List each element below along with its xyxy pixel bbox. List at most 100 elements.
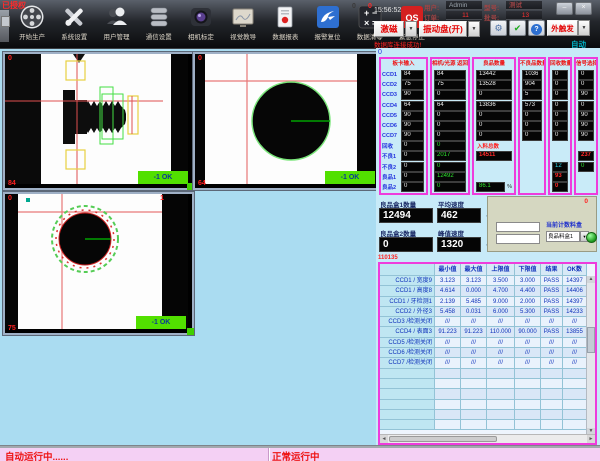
panel-value: 90	[578, 131, 594, 141]
toolbar-grip-handle[interactable]	[1, 16, 10, 27]
toolbar-button-tools[interactable]: 系统设置	[53, 2, 95, 47]
table-row[interactable]: CCD1 / 宽度93.1233.1233.5003.000PASS14397	[380, 276, 595, 286]
panel-row: CCD790	[381, 131, 426, 141]
camera2-result-badge: -1 OK	[325, 171, 375, 184]
panel-row: 0	[520, 121, 544, 131]
panel-row	[474, 172, 514, 182]
hopper-input-2[interactable]	[496, 234, 540, 244]
scroll-left-icon[interactable]: ◄	[380, 435, 388, 443]
table-cell	[541, 420, 563, 430]
panel-row: 5	[520, 90, 544, 100]
order-label: 订单:	[424, 12, 439, 22]
table-cell	[461, 410, 487, 420]
panel-column-header: 相机/光源 返回	[432, 59, 468, 70]
table-row[interactable]: CCD6 /检测关闭//////////////////	[380, 348, 595, 358]
toolbar-button-users[interactable]: 用户管理	[95, 2, 137, 47]
camera-view-2[interactable]: 0 64 -1 OK	[193, 52, 383, 190]
table-cell	[541, 410, 563, 420]
table-row[interactable]: CCD3 /检测关闭//////////////////	[380, 317, 595, 327]
table-row[interactable]: CCD1 / 高度84.6140.0004.7004.400PASS14406	[380, 286, 595, 296]
table-row[interactable]: CCD4 / 表面391.22391.223110.00090.000PASS1…	[380, 327, 595, 337]
panel-row: 84	[432, 70, 468, 80]
panel-row: 0	[432, 90, 468, 100]
panel-row	[550, 141, 570, 151]
toolbar-button-label: 用户管理	[104, 31, 130, 41]
panel-value: 237	[578, 151, 594, 161]
toolbar-button-comm[interactable]: 通信设置	[138, 2, 180, 47]
trigger-dropdown[interactable]: ▼	[578, 20, 590, 36]
table-cell: 90.000	[515, 327, 541, 337]
excite-button[interactable]: 激磁	[374, 21, 404, 37]
toolbar-button-vision[interactable]: 视觉教导	[222, 2, 264, 47]
camera2-image	[195, 54, 377, 184]
help-button[interactable]: ?	[528, 20, 545, 36]
table-cell	[435, 379, 461, 389]
panel-value: 0	[401, 151, 424, 161]
camera1-image	[5, 54, 188, 184]
panel-value: 5	[522, 90, 542, 100]
panel-row: 0	[432, 121, 468, 131]
stop-counter-right: 0	[368, 3, 372, 10]
table-vertical-scrollbar[interactable]: ▲ ▼	[586, 276, 595, 435]
table-horizontal-scrollbar[interactable]: ◄ ►	[380, 434, 595, 443]
hopper-input-1[interactable]	[496, 222, 540, 232]
panel-row: 0	[474, 121, 514, 131]
table-cell: 14406	[563, 286, 587, 296]
table-cell: 0.000	[461, 286, 487, 296]
excite-dropdown[interactable]: ▼	[405, 21, 417, 37]
table-cell: ///	[435, 317, 461, 327]
table-header-cell: 最大值	[461, 264, 487, 276]
settings-gear-button[interactable]: ⚙	[490, 20, 507, 36]
vertical-scroll-thumb[interactable]	[587, 327, 595, 353]
panel-row: CCD184	[381, 70, 426, 80]
toolbar-button-alarm-reset[interactable]: 报警复位	[306, 2, 348, 47]
table-row[interactable]: CCD7 /检测关闭//////////////////	[380, 358, 595, 368]
vibration-bowl-button[interactable]: 振动盘(开)	[419, 21, 467, 37]
panel-column-header: 不良品数量	[520, 59, 544, 70]
panel-value: 12492	[434, 172, 466, 182]
current-box-select[interactable]: 良品料盒1	[546, 231, 580, 242]
table-row[interactable]: CCD2 / 外径35.4580.0316.0005.300PASS14233	[380, 307, 595, 317]
minimize-button[interactable]: –	[556, 2, 573, 15]
table-row[interactable]: CCD5 /检测关闭//////////////////	[380, 338, 595, 348]
scroll-right-icon[interactable]: ►	[587, 435, 595, 443]
table-cell: ///	[541, 358, 563, 368]
panel-value: 90	[578, 121, 594, 131]
toolbar-button-camera[interactable]: 相机标定	[180, 2, 222, 47]
table-cell	[435, 420, 461, 430]
trigger-mode-button[interactable]: 外触发	[547, 20, 578, 36]
table-row[interactable]: CCD1 / 牙检测12.1395.4859.0002.000PASS14397	[380, 297, 595, 307]
horizontal-scroll-thumb[interactable]	[389, 436, 497, 442]
scroll-up-icon[interactable]: ▲	[587, 276, 595, 283]
panel-row-label: 回收	[381, 142, 399, 150]
table-cell: ///	[435, 358, 461, 368]
panel-row: CCD275	[381, 80, 426, 90]
table-cell	[435, 400, 461, 410]
panel-row-label: CCD1	[381, 72, 399, 78]
toolbar-button-report[interactable]: 数据报表	[264, 2, 306, 47]
peak-speed-value: 1320	[437, 237, 481, 252]
auto-indicator-dots: :	[563, 36, 565, 42]
table-cell: PASS	[541, 307, 563, 317]
confirm-button[interactable]: ✔	[509, 20, 526, 36]
camera3-id: 0	[8, 195, 12, 202]
panel-value: 12	[552, 162, 568, 172]
table-cell: ///	[435, 338, 461, 348]
order-value: 11	[446, 11, 482, 20]
camera-view-3[interactable]: 0 1 75 -1 OK	[3, 192, 194, 335]
toolbar-button-film-reel[interactable]: 开始生产	[11, 2, 53, 47]
camera1-count: 84	[8, 180, 16, 187]
panel-row: 0	[432, 162, 468, 172]
table-cell	[563, 389, 587, 399]
camera-view-1[interactable]: 0 84 -1 OK	[3, 52, 194, 190]
panel-value: 75	[434, 80, 466, 90]
vibration-dropdown[interactable]: ▼	[468, 21, 480, 37]
table-cell: 91.223	[435, 327, 461, 337]
table-row-name: CCD4 / 表面3	[380, 327, 435, 337]
panel-value: 0	[552, 90, 568, 100]
yield-rate-value: 86.1	[476, 182, 505, 192]
close-button[interactable]: ×	[575, 2, 592, 15]
panel-value: 904	[522, 80, 542, 90]
panel-value: 90	[578, 111, 594, 121]
panel-value: 64	[434, 101, 466, 111]
